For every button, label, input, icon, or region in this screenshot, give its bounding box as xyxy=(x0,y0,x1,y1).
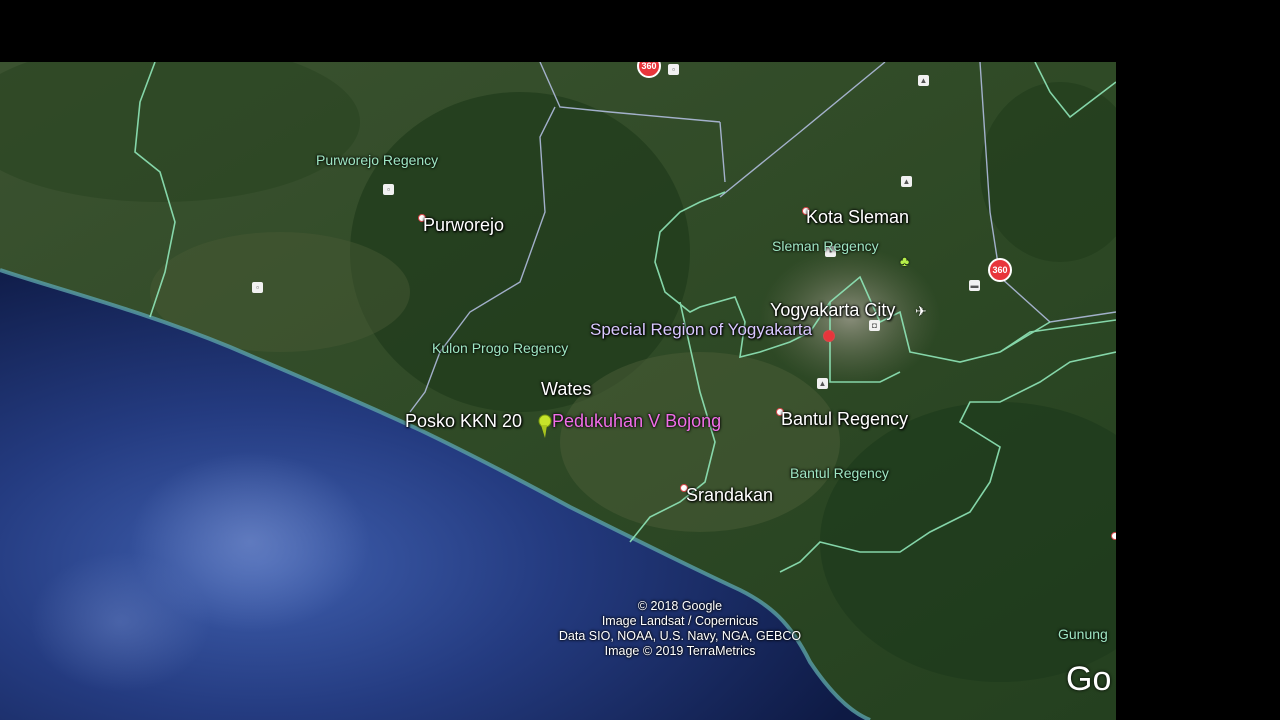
region-label-bantul-regency: Bantul Regency xyxy=(790,465,889,481)
attribution-line: Image © 2019 TerraMetrics xyxy=(604,644,756,658)
airport-icon[interactable]: ✈ xyxy=(915,304,927,318)
google-logo: Go xyxy=(1066,660,1112,698)
park-icon[interactable]: ♣ xyxy=(900,254,909,268)
region-label-purworejo-regency: Purworejo Regency xyxy=(316,152,439,168)
screen-frame: ▫ ▫ ▫ ▲ ▲ ▲ ◘ ▬ ▪ ✈ ♣ 360 360 Purworejo … xyxy=(0,0,1280,720)
region-label-gunung: Gunung xyxy=(1058,626,1108,642)
map-attribution: © 2018 Google Image Landsat / Copernicus… xyxy=(460,599,900,659)
place-label-purworejo[interactable]: Purworejo xyxy=(423,216,504,234)
camera-icon[interactable]: ◘ xyxy=(869,320,880,331)
school-icon[interactable]: ▲ xyxy=(901,176,912,187)
region-label-sleman-regency: Sleman Regency xyxy=(772,238,879,254)
region-label-kulon-progo-regency: Kulon Progo Regency xyxy=(432,340,569,356)
place-label-wates[interactable]: Wates xyxy=(541,380,591,398)
attribution-line: Data SIO, NOAA, U.S. Navy, NGA, GEBCO xyxy=(558,629,802,643)
place-label-srandakan[interactable]: Srandakan xyxy=(686,486,773,504)
yogyakarta-marker[interactable] xyxy=(823,330,835,342)
building-icon[interactable]: ▬ xyxy=(969,280,980,291)
placemark-pin-icon[interactable] xyxy=(535,414,553,440)
street-view-360-icon[interactable]: 360 xyxy=(988,258,1012,282)
place-label-yogyakarta-city[interactable]: Yogyakarta City xyxy=(770,301,895,319)
poi-square-icon[interactable]: ▫ xyxy=(252,282,263,293)
attribution-line: Image Landsat / Copernicus xyxy=(601,614,759,628)
edge-marker[interactable] xyxy=(1111,532,1116,540)
attribution-line: © 2018 Google xyxy=(637,599,723,613)
museum-icon[interactable]: ▲ xyxy=(918,75,929,86)
poi-square-icon[interactable]: ▫ xyxy=(668,64,679,75)
poi-square-icon[interactable]: ▫ xyxy=(383,184,394,195)
school-icon[interactable]: ▲ xyxy=(817,378,828,389)
placemark-left-label[interactable]: Posko KKN 20 xyxy=(405,412,522,430)
place-label-bantul-regency[interactable]: Bantul Regency xyxy=(781,410,908,428)
province-label: Special Region of Yogyakarta xyxy=(590,320,813,339)
placemark-right-label[interactable]: Pedukuhan V Bojong xyxy=(552,412,721,430)
place-label-kota-sleman[interactable]: Kota Sleman xyxy=(806,208,909,226)
